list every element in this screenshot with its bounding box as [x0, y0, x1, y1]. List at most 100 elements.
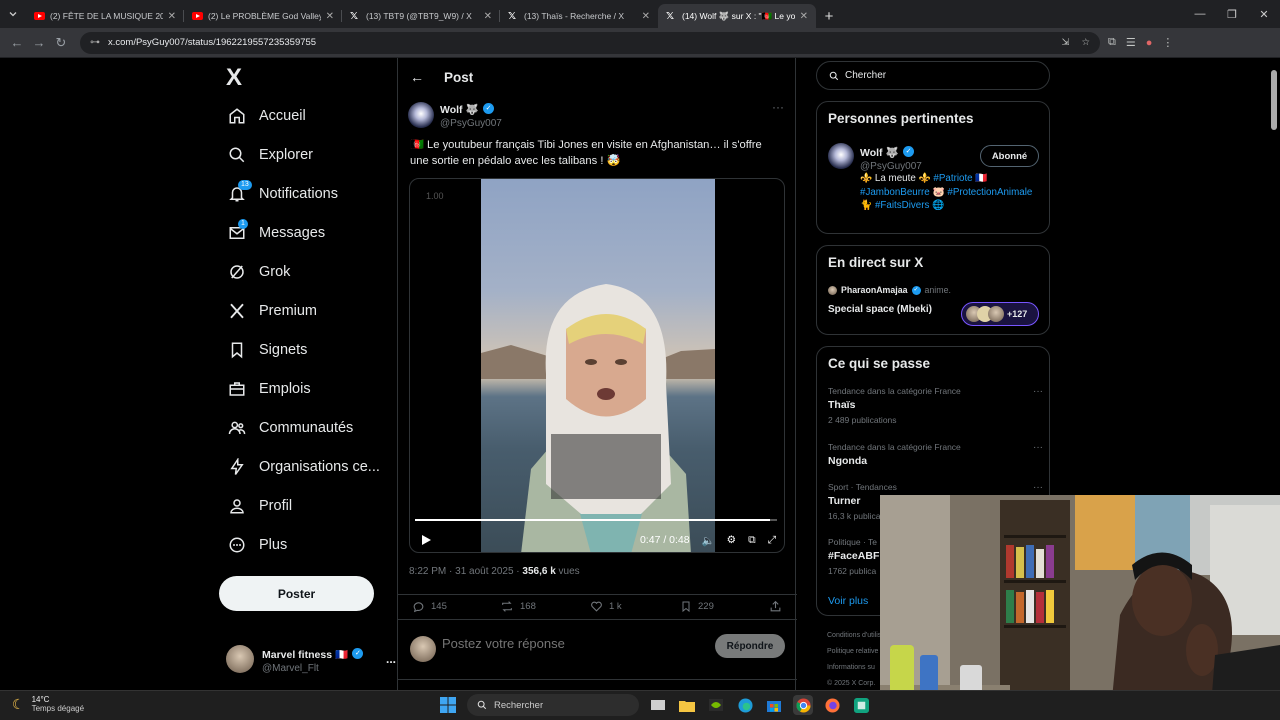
- hashtag-link[interactable]: #FaitsDivers: [875, 200, 929, 211]
- address-bar[interactable]: ⊶ x.com/PsyGuy007/status/196221955723535…: [80, 31, 1100, 54]
- trend-more-icon[interactable]: ···: [1033, 386, 1043, 397]
- firefox-icon[interactable]: [822, 695, 842, 715]
- trend-item[interactable]: Tendance dans la catégorie France Ngonda…: [828, 442, 1043, 467]
- nav-item-communities[interactable]: Communautés: [218, 410, 353, 446]
- following-button[interactable]: Abonné: [980, 145, 1039, 167]
- pip-icon[interactable]: ⧉: [748, 534, 756, 547]
- settings-icon[interactable]: ⚙: [727, 534, 736, 546]
- taskbar-apps: Rechercher: [438, 694, 871, 716]
- weather-widget[interactable]: ☾ 14°C Temps dégagé: [12, 695, 84, 713]
- new-tab-button[interactable]: +: [816, 4, 842, 28]
- card-title: En direct sur X: [828, 255, 924, 270]
- verified-icon: ✓: [483, 103, 494, 115]
- nav-item-grok[interactable]: Grok: [218, 254, 290, 290]
- scrollbar-thumb[interactable]: [1271, 70, 1277, 130]
- hashtag-link[interactable]: #ProtectionAnimale: [947, 187, 1032, 198]
- close-icon[interactable]: ✕: [642, 11, 650, 22]
- close-icon[interactable]: ✕: [800, 11, 808, 22]
- x-logo[interactable]: X: [226, 64, 242, 92]
- forward-icon[interactable]: →: [28, 32, 50, 54]
- repost-action[interactable]: 168: [500, 600, 536, 613]
- close-icon[interactable]: ✕: [484, 11, 492, 22]
- microsoft-store-icon[interactable]: [764, 695, 784, 715]
- listener-count: +127: [1007, 309, 1028, 319]
- reply-action[interactable]: 145: [412, 600, 447, 613]
- fullscreen-icon[interactable]: ⤢: [768, 534, 776, 547]
- nav-item-messages[interactable]: 1 Messages: [218, 215, 325, 251]
- author-name: Wolf 🐺: [440, 104, 479, 116]
- nav-item-bookmarks[interactable]: Signets: [218, 332, 307, 368]
- post-more-icon[interactable]: ···: [772, 100, 784, 114]
- nav-item-notifications[interactable]: 13 Notifications: [218, 176, 338, 212]
- nav-item-more[interactable]: Plus: [218, 527, 287, 563]
- see-more-link[interactable]: Voir plus: [828, 595, 868, 607]
- trend-more-icon[interactable]: ···: [1033, 442, 1043, 453]
- video-frame[interactable]: [481, 179, 715, 552]
- video-progress-bar[interactable]: [415, 519, 777, 521]
- bookmark-star-icon[interactable]: ☆: [1081, 37, 1090, 48]
- windows-start-icon[interactable]: [438, 695, 458, 715]
- tab-search-icon[interactable]: [0, 0, 26, 28]
- post-button[interactable]: Poster: [219, 576, 374, 611]
- back-icon[interactable]: ←: [6, 32, 28, 54]
- hashtag-link[interactable]: #Patriote: [933, 173, 972, 184]
- file-explorer-icon[interactable]: [677, 695, 697, 715]
- browser-tab-active[interactable]: 𝕏 (14) Wolf 🐺 sur X : "🇦🇫 Le yout ✕: [658, 4, 816, 28]
- video-player[interactable]: 1.00 0:47 / 0:48 🔈 ⚙ ⧉ ⤢: [409, 178, 785, 553]
- x-icon: 𝕏: [508, 10, 517, 22]
- site-info-icon[interactable]: ⊶: [90, 37, 100, 48]
- live-listeners[interactable]: +127: [961, 302, 1039, 326]
- reading-list-icon[interactable]: ☰: [1126, 36, 1136, 49]
- browser-tab[interactable]: (2) Le PROBLÈME God Valley - ( ✕: [184, 4, 342, 28]
- browser-tab[interactable]: 𝕏 (13) TBT9 (@TBT9_W9) / X ✕: [342, 4, 500, 28]
- nav-item-explore[interactable]: Explorer: [218, 137, 313, 173]
- nav-item-premium[interactable]: Premium: [218, 293, 317, 329]
- reply-button[interactable]: Répondre: [715, 634, 785, 658]
- task-view-icon[interactable]: [648, 695, 668, 715]
- account-switcher[interactable]: Marvel fitness 🇫🇷 ✓ @Marvel_Flt ...: [226, 642, 396, 676]
- account-more-icon[interactable]: ...: [386, 652, 396, 666]
- live-space-title[interactable]: Special space (Mbeki): [828, 304, 932, 315]
- nav-item-jobs[interactable]: Emplois: [218, 371, 311, 407]
- avatar: [828, 285, 837, 295]
- app-icon[interactable]: [851, 695, 871, 715]
- nav-item-home[interactable]: Accueil: [218, 98, 306, 134]
- extensions-icon[interactable]: ⧉: [1108, 36, 1116, 49]
- maximize-icon[interactable]: ❐: [1216, 0, 1248, 28]
- live-host[interactable]: PharaonAmajaa ✓ anime.: [828, 285, 951, 295]
- nav-item-organizations[interactable]: Organisations ce...: [218, 449, 380, 485]
- nvidia-icon[interactable]: [706, 695, 726, 715]
- x-premium-icon: [230, 303, 244, 319]
- trend-more-icon[interactable]: ···: [1033, 482, 1043, 493]
- browser-menu-icon[interactable]: ⋮: [1162, 36, 1173, 49]
- browser-tab[interactable]: 𝕏 (13) Thaïs - Recherche / X ✕: [500, 4, 658, 28]
- trend-item[interactable]: Tendance dans la catégorie France Thaïs …: [828, 386, 1043, 425]
- edge-icon[interactable]: [735, 695, 755, 715]
- profile-icon[interactable]: ●: [1146, 37, 1153, 49]
- search-bar[interactable]: [816, 61, 1050, 90]
- tweet-author[interactable]: Wolf 🐺 ✓ @PsyGuy007: [408, 100, 502, 129]
- minimize-icon[interactable]: —: [1184, 0, 1216, 28]
- browser-tab[interactable]: (2) FÊTE DE LA MUSIQUE 2025 ✕: [26, 4, 184, 28]
- share-action[interactable]: [769, 600, 782, 613]
- close-window-icon[interactable]: ✕: [1248, 0, 1280, 28]
- nav-item-profile[interactable]: Profil: [218, 488, 292, 524]
- bookmark-action[interactable]: 229: [680, 600, 714, 613]
- share-icon: [770, 600, 781, 612]
- reply-input[interactable]: [442, 636, 662, 651]
- chrome-icon[interactable]: [793, 695, 813, 715]
- like-action[interactable]: 1 k: [590, 600, 622, 613]
- volume-icon[interactable]: 🔈: [702, 534, 715, 547]
- close-icon[interactable]: ✕: [168, 11, 176, 22]
- avatar[interactable]: [828, 143, 854, 169]
- close-icon[interactable]: ✕: [326, 11, 334, 22]
- taskbar-search[interactable]: Rechercher: [467, 694, 639, 716]
- relevant-user-info[interactable]: Wolf 🐺 ✓ @PsyGuy007: [860, 143, 922, 172]
- play-icon[interactable]: [420, 534, 432, 546]
- install-app-icon[interactable]: ⇲: [1062, 37, 1070, 48]
- search-input[interactable]: [845, 70, 1035, 81]
- avatar[interactable]: [408, 101, 434, 128]
- reload-icon[interactable]: ↻: [50, 32, 72, 54]
- back-arrow-icon[interactable]: ←: [410, 69, 424, 85]
- hashtag-link[interactable]: #JambonBeurre: [860, 187, 930, 198]
